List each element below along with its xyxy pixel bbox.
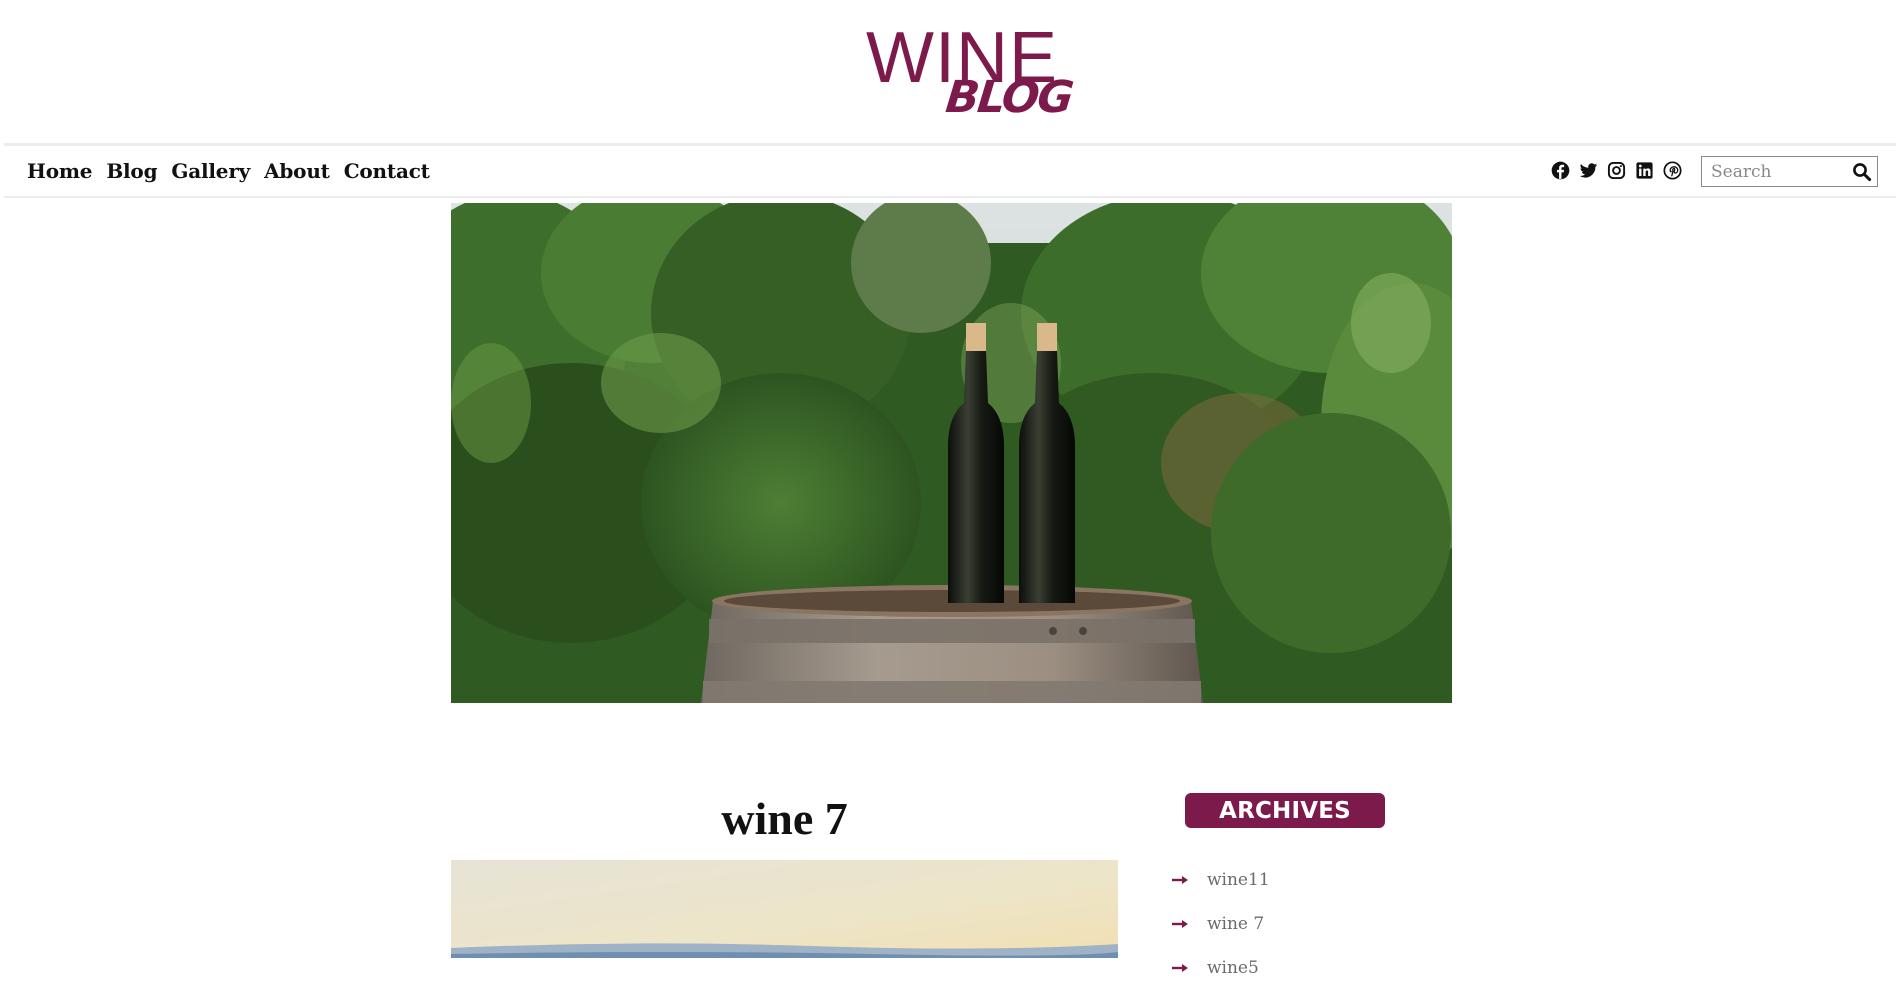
archives-heading: ARCHIVES	[1185, 793, 1385, 828]
list-item: wine 7	[1172, 902, 1270, 946]
archive-link[interactable]: wine5	[1207, 958, 1259, 978]
twitter-icon[interactable]	[1579, 161, 1598, 180]
nav-gallery[interactable]: Gallery	[171, 159, 250, 183]
instagram-icon[interactable]	[1607, 161, 1626, 180]
archive-link[interactable]: wine11	[1207, 870, 1270, 890]
archive-link[interactable]: wine 7	[1207, 914, 1264, 934]
post-title[interactable]: wine 7	[451, 790, 1118, 848]
site-logo[interactable]: WINE BLOG	[860, 22, 1074, 123]
main-menu: Home Blog Gallery About Contact	[27, 146, 430, 196]
nav-contact[interactable]: Contact	[344, 159, 430, 183]
facebook-icon[interactable]	[1551, 161, 1570, 180]
nav-about[interactable]: About	[264, 159, 330, 183]
list-item: wine5	[1172, 946, 1270, 990]
linkedin-icon[interactable]	[1635, 161, 1654, 180]
arrow-right-icon	[1172, 920, 1188, 928]
arrow-right-icon	[1172, 876, 1188, 884]
pinterest-icon[interactable]	[1663, 161, 1682, 180]
archives-list: wine11 wine 7 wine5	[1172, 858, 1270, 990]
nav-blog[interactable]: Blog	[106, 159, 157, 183]
arrow-right-icon	[1172, 964, 1188, 972]
list-item: wine11	[1172, 858, 1270, 902]
post-image[interactable]	[451, 860, 1118, 958]
main-navbar: Home Blog Gallery About Contact	[4, 143, 1896, 198]
nav-home[interactable]: Home	[27, 159, 93, 183]
search-box	[1701, 156, 1878, 187]
search-icon[interactable]	[1852, 162, 1872, 182]
hero-image	[451, 203, 1452, 703]
search-input[interactable]	[1702, 157, 1851, 186]
social-links	[1551, 161, 1682, 180]
logo-blog-text: BLOG	[943, 72, 1075, 123]
